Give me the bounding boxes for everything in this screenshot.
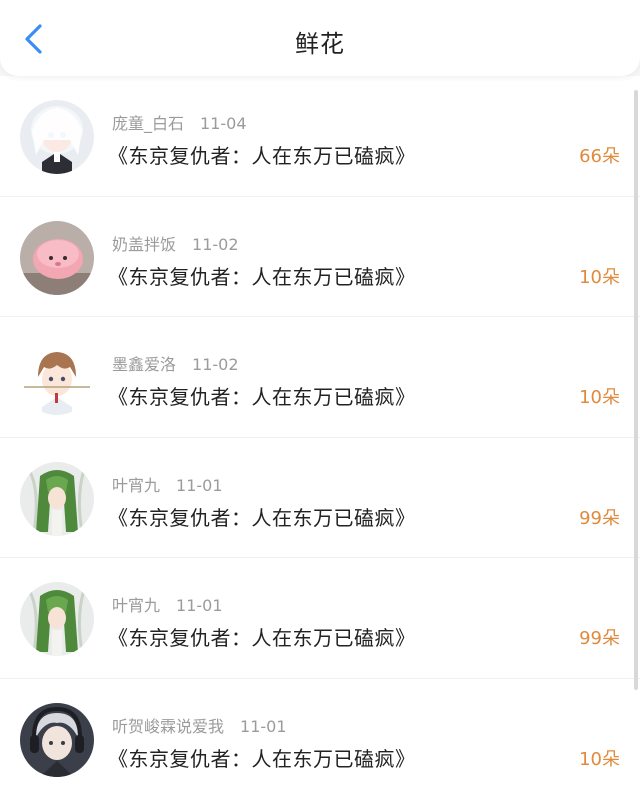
anime-boy-brown-hair-avatar-icon	[20, 341, 94, 415]
flower-record-row[interactable]: 庞童_白石 11-04 《东京复仇者：人在东万已磕疯》 66朵	[0, 76, 640, 197]
anime-boy-headphones-avatar-icon	[20, 702, 94, 777]
book-title[interactable]: 《东京复仇者：人在东万已磕疯》	[108, 140, 416, 169]
avatar[interactable]	[20, 702, 94, 777]
flower-count: 99朵	[579, 507, 620, 529]
record-meta: 叶宵九 11-01	[112, 592, 223, 616]
book-title[interactable]: 《东京复仇者：人在东万已磕疯》	[108, 502, 416, 531]
flower-record-row[interactable]: 叶宵九 11-01 《东京复仇者：人在东万已磕疯》 99朵	[0, 558, 640, 679]
record-meta: 叶宵九 11-01	[112, 472, 223, 496]
avatar[interactable]	[20, 100, 94, 174]
avatar[interactable]	[20, 341, 94, 415]
top-bar: 鲜花	[0, 0, 640, 76]
book-title[interactable]: 《东京复仇者：人在东万已磕疯》	[108, 261, 416, 290]
page-title: 鲜花	[295, 30, 345, 58]
flowers-screen: 鲜花 庞童_白石 11-04 《东京复仇者：人在东万已磕疯》 66朵 奶盖拌饭 …	[0, 0, 640, 788]
flower-record-row[interactable]: 奶盖拌饭 11-02 《东京复仇者：人在东万已磕疯》 10朵	[0, 197, 640, 317]
user-name[interactable]: 叶宵九	[112, 476, 160, 495]
flower-record-row[interactable]: 听贺峻霖说爱我 11-01 《东京复仇者：人在东万已磕疯》 10朵	[0, 679, 640, 788]
user-name[interactable]: 墨鑫爱洛	[112, 355, 176, 374]
book-title[interactable]: 《东京复仇者：人在东万已磕疯》	[108, 622, 416, 651]
user-name[interactable]: 听贺峻霖说爱我	[112, 717, 224, 736]
flower-record-row[interactable]: 墨鑫爱洛 11-02 《东京复仇者：人在东万已磕疯》 10朵	[0, 317, 640, 438]
record-meta: 奶盖拌饭 11-02	[112, 231, 239, 255]
record-date: 11-01	[176, 596, 223, 615]
record-date: 11-04	[200, 114, 247, 133]
flower-count: 10朵	[579, 748, 620, 770]
user-name[interactable]: 奶盖拌饭	[112, 235, 176, 254]
avatar[interactable]	[20, 220, 94, 295]
flower-count: 10朵	[579, 387, 620, 408]
user-name[interactable]: 庞童_白石	[112, 114, 184, 133]
flower-record-row[interactable]: 叶宵九 11-01 《东京复仇者：人在东万已磕疯》 99朵	[0, 438, 640, 558]
anime-girl-white-hair-avatar-icon	[20, 100, 94, 174]
green-hair-character-avatar-icon	[20, 461, 94, 536]
record-date: 11-02	[192, 355, 239, 374]
record-meta: 庞童_白石 11-04	[112, 110, 247, 134]
record-meta: 墨鑫爱洛 11-02	[112, 351, 239, 375]
record-date: 11-01	[240, 716, 287, 736]
flower-count: 10朵	[579, 266, 620, 288]
record-date: 11-02	[192, 234, 239, 254]
book-title[interactable]: 《东京复仇者：人在东万已磕疯》	[108, 743, 416, 772]
avatar[interactable]	[20, 582, 94, 656]
flower-count: 66朵	[579, 146, 620, 167]
scrollbar[interactable]	[634, 90, 638, 690]
flower-count: 99朵	[579, 628, 620, 649]
flower-record-list: 庞童_白石 11-04 《东京复仇者：人在东万已磕疯》 66朵 奶盖拌饭 11-02	[0, 76, 640, 788]
avatar[interactable]	[20, 461, 94, 536]
user-name[interactable]: 叶宵九	[112, 596, 160, 615]
book-title[interactable]: 《东京复仇者：人在东万已磕疯》	[108, 381, 416, 410]
record-meta: 听贺峻霖说爱我 11-01	[112, 713, 287, 737]
green-hair-character-avatar-icon	[20, 582, 94, 656]
record-date: 11-01	[176, 475, 223, 495]
pink-fluffy-creature-avatar-icon	[20, 220, 94, 295]
